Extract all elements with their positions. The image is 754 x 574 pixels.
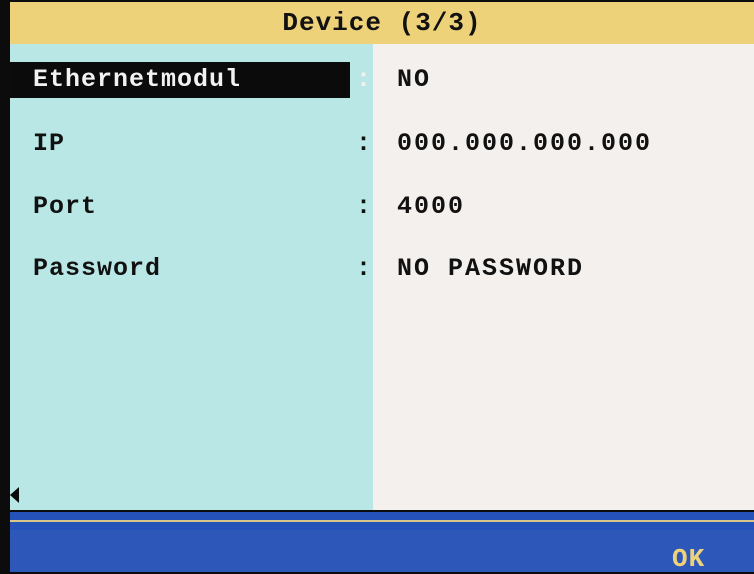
setting-value-port[interactable]: 4000 — [397, 189, 465, 225]
setting-row-ip[interactable]: IP : 000.000.000.000 — [0, 126, 754, 162]
setting-value-ethernetmodul[interactable]: NO — [397, 62, 431, 98]
setting-row-port[interactable]: Port : 4000 — [0, 189, 754, 225]
setting-value-password[interactable]: NO PASSWORD — [397, 251, 584, 287]
setting-colon: : — [356, 192, 372, 221]
setting-label-ip: IP — [33, 129, 66, 158]
page-title: Device (3/3) — [10, 2, 754, 44]
setting-row-ethernetmodul[interactable]: Ethernetmodul : NO — [0, 62, 754, 98]
device-settings-screen: Device (3/3) Ethernetmodul : NO IP : 000… — [0, 0, 754, 572]
setting-colon: : — [356, 254, 372, 283]
setting-colon: : — [356, 65, 372, 94]
setting-label-password: Password — [33, 254, 162, 283]
setting-colon: : — [356, 129, 372, 158]
footer-bar — [10, 530, 754, 572]
setting-row-password[interactable]: Password : NO PASSWORD — [0, 251, 754, 287]
footer-divider-line — [10, 520, 754, 522]
setting-label-port: Port — [33, 192, 98, 221]
triangle-left-icon[interactable] — [10, 487, 19, 503]
setting-value-ip[interactable]: 000.000.000.000 — [397, 126, 652, 162]
setting-label-ethernetmodul: Ethernetmodul — [10, 62, 350, 98]
ok-button[interactable]: OK — [672, 546, 705, 572]
